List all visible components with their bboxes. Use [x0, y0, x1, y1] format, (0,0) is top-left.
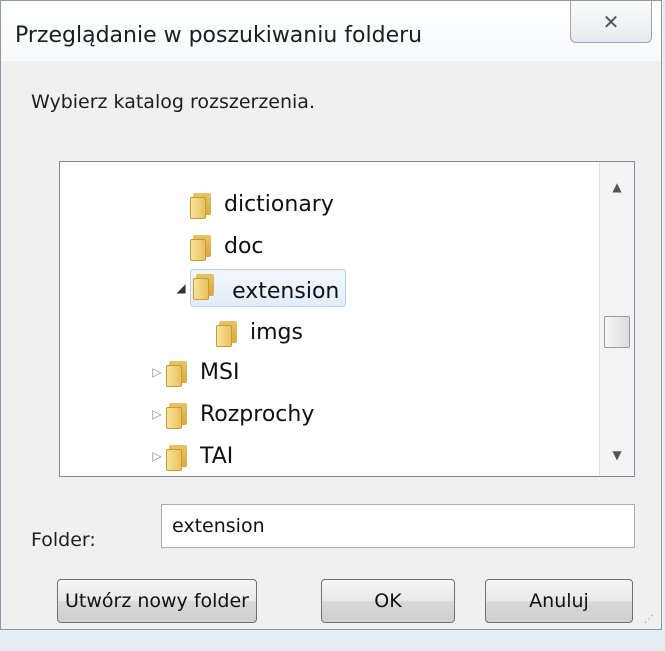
folder-icon	[190, 233, 214, 261]
tree-item-tai[interactable]: ▷ TAI	[148, 436, 233, 476]
tree-item-extension[interactable]: ◢ extension	[172, 268, 347, 308]
tree-expander[interactable]: ▷	[148, 449, 166, 463]
folder-icon	[166, 401, 190, 429]
tree-item-imgs[interactable]: imgs	[198, 312, 303, 352]
tree-item-label: doc	[224, 233, 264, 259]
tree-item-doc[interactable]: doc	[172, 226, 264, 266]
title-bar: Przeglądanie w poszukiwaniu folderu ✕	[1, 1, 661, 61]
selected-highlight: extension	[190, 269, 347, 307]
tree-item-label: imgs	[250, 319, 303, 345]
dialog-title: Przeglądanie w poszukiwaniu folderu	[15, 23, 423, 48]
tree-expander[interactable]: ▷	[148, 407, 166, 421]
browse-folder-dialog: Przeglądanie w poszukiwaniu folderu ✕ Wy…	[0, 0, 662, 630]
cancel-button[interactable]: Anuluj	[485, 579, 633, 623]
tree-item-rozprochy[interactable]: ▷ Rozprochy	[148, 394, 314, 434]
tree-item-label: Rozprochy	[200, 401, 315, 427]
scroll-down-arrow-icon[interactable]: ▼	[600, 440, 634, 470]
folder-field-label: Folder:	[31, 529, 96, 551]
folder-icon	[193, 272, 217, 300]
folder-icon	[166, 359, 190, 387]
tree-item-msi[interactable]: ▷ MSI	[148, 352, 239, 392]
scroll-thumb[interactable]	[604, 316, 630, 348]
close-button[interactable]: ✕	[570, 1, 652, 43]
folder-icon	[190, 191, 214, 219]
ok-button[interactable]: OK	[321, 579, 455, 623]
tree-item-label: MSI	[200, 359, 240, 385]
vertical-scrollbar[interactable]: ▲ ▼	[599, 162, 634, 476]
tree-item-dictionary[interactable]: dictionary	[172, 184, 334, 224]
resize-grip-icon[interactable]: ⋰	[644, 614, 655, 625]
folder-name-input[interactable]	[161, 504, 635, 548]
folder-icon	[166, 443, 190, 471]
tree-expander[interactable]: ▷	[148, 365, 166, 379]
folder-icon	[216, 319, 240, 347]
prompt-text: Wybierz katalog rozszerzenia.	[31, 91, 315, 113]
close-icon: ✕	[602, 9, 620, 34]
scroll-up-arrow-icon[interactable]: ▲	[600, 172, 634, 202]
tree-item-label: dictionary	[224, 191, 334, 217]
tree-item-label: TAI	[200, 443, 234, 469]
tree-item-label: extension	[232, 279, 340, 304]
new-folder-button[interactable]: Utwórz nowy folder	[57, 579, 257, 623]
folder-tree[interactable]: dictionary doc ◢ extension imgs ▷ MSI ▷	[59, 161, 635, 477]
tree-expander[interactable]: ◢	[172, 281, 190, 295]
